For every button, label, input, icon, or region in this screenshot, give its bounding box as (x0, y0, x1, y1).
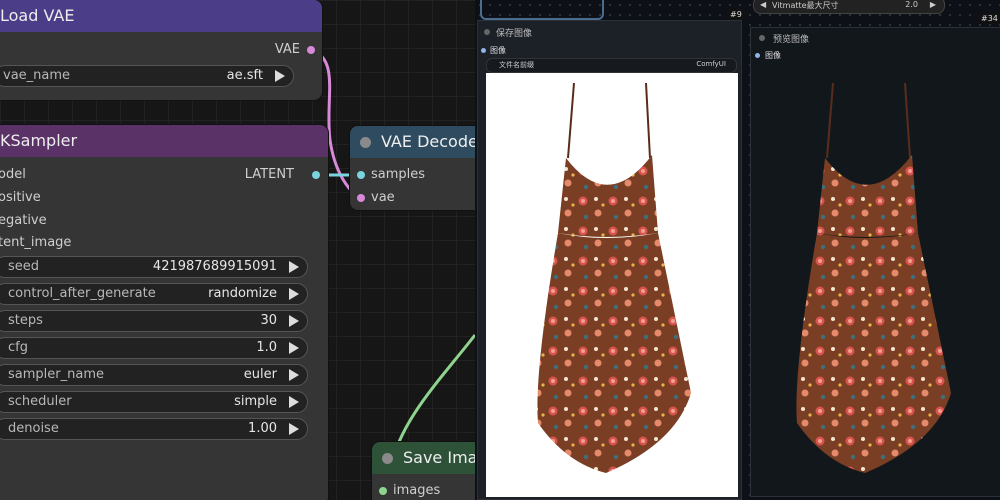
vae-output-dot[interactable] (307, 46, 315, 54)
latent-output-dot[interactable] (312, 171, 320, 179)
vae-input-dot[interactable] (357, 194, 365, 202)
denoise-value: 1.00 (248, 421, 277, 436)
vae-output-label: VAE (274, 42, 300, 57)
save-panel-title: 保存图像 (496, 29, 533, 39)
chevron-right-icon[interactable] (289, 423, 299, 435)
collapse-dot-icon[interactable] (484, 29, 490, 35)
vitmatte-widget[interactable]: ◀ Vitmatte最大尺寸 2.0 ▶ (753, 0, 945, 14)
images-input-dot[interactable] (379, 487, 387, 495)
save-image-node[interactable]: Save Imag images (372, 442, 475, 500)
ksampler-input-latent-image: tent_image (0, 235, 72, 250)
node-graph-canvas[interactable]: Load VAE VAE vae_name ae.sft KSampler od… (0, 0, 475, 500)
saved-image-preview[interactable] (486, 73, 738, 497)
node-badge-34: #34 (978, 13, 1000, 24)
chevron-right-icon[interactable] (289, 369, 299, 381)
upper-node-frame (480, 0, 604, 20)
preview-image-panel[interactable]: 预览图像 图像 (750, 27, 1000, 497)
control-after-generate-widget[interactable]: control_after_generate randomize (0, 283, 308, 305)
steps-widget[interactable]: steps 30 (0, 310, 308, 332)
chevron-left-icon[interactable]: ◀ (760, 0, 766, 9)
vae-decode-title[interactable]: VAE Decode (350, 126, 475, 158)
denoise-widget[interactable]: denoise 1.00 (0, 418, 308, 440)
collapse-dot-icon[interactable] (382, 453, 393, 464)
filename-prefix-label: 文件名前缀 (499, 61, 534, 69)
filename-prefix-value: ComfyUI (696, 60, 726, 68)
vitmatte-label: Vitmatte最大尺寸 (772, 1, 839, 10)
steps-label: steps (8, 313, 43, 328)
save-panel-image-label: 图像 (490, 46, 506, 55)
control-after-generate-value: randomize (208, 286, 277, 301)
filename-prefix-widget[interactable]: 文件名前缀 ComfyUI (486, 58, 737, 73)
samples-input-dot[interactable] (357, 171, 365, 179)
steps-value: 30 (260, 313, 277, 328)
save-image-panel[interactable]: 保存图像 图像 文件名前缀 ComfyUI (477, 20, 742, 500)
samples-input-label: samples (371, 167, 426, 182)
seed-value: 421987689915091 (152, 259, 277, 274)
vae-name-value: ae.sft (226, 68, 263, 83)
images-input-label: images (393, 483, 441, 498)
denoise-label: denoise (8, 421, 59, 436)
cfg-widget[interactable]: cfg 1.0 (0, 337, 308, 359)
scheduler-widget[interactable]: scheduler simple (0, 391, 308, 413)
chevron-right-icon[interactable] (289, 288, 299, 300)
control-after-generate-label: control_after_generate (8, 286, 156, 301)
save-image-title[interactable]: Save Imag (372, 442, 475, 474)
ksampler-input-negative: egative (0, 213, 47, 228)
ksampler-input-positive: ositive (0, 190, 41, 205)
vitmatte-value: 2.0 (905, 0, 918, 9)
cfg-label: cfg (8, 340, 28, 355)
collapse-dot-icon[interactable] (759, 35, 765, 41)
vae-decode-node[interactable]: VAE Decode samples vae (350, 126, 475, 210)
sampler-name-label: sampler_name (8, 367, 104, 382)
scheduler-value: simple (234, 394, 277, 409)
node-badge-9: #9 (727, 9, 745, 20)
ksampler-title[interactable]: KSampler (0, 125, 328, 157)
chevron-right-icon[interactable] (289, 342, 299, 354)
sampler-name-value: euler (243, 367, 277, 382)
chevron-right-icon[interactable] (275, 70, 285, 82)
preview-panel-image-label: 图像 (765, 51, 781, 60)
image-input-dot[interactable] (755, 53, 760, 58)
chevron-right-icon[interactable] (289, 396, 299, 408)
dress-image (537, 82, 691, 473)
seed-widget[interactable]: seed 421987689915091 (0, 256, 308, 278)
scheduler-label: scheduler (8, 394, 72, 409)
ksampler-input-model: odel (0, 167, 26, 182)
cfg-value: 1.0 (256, 340, 277, 355)
seed-label: seed (8, 259, 40, 274)
preview-image[interactable] (753, 73, 998, 493)
load-vae-title[interactable]: Load VAE (0, 0, 322, 32)
load-vae-node[interactable]: Load VAE VAE vae_name ae.sft (0, 0, 322, 100)
save-image-title-text: Save Imag (403, 448, 475, 467)
chevron-right-icon[interactable] (289, 261, 299, 273)
vae-decode-title-text: VAE Decode (381, 132, 475, 151)
vae-input-label: vae (371, 190, 395, 205)
dress-image (796, 82, 951, 473)
vae-name-label: vae_name (3, 68, 71, 83)
latent-output-label: LATENT (244, 167, 294, 182)
collapse-dot-icon[interactable] (360, 137, 371, 148)
zoomed-canvas[interactable]: #9 ◀ Vitmatte最大尺寸 2.0 ▶ #34 保存图像 图像 文件名前… (475, 0, 1000, 500)
chevron-right-icon[interactable] (289, 315, 299, 327)
chevron-right-icon[interactable]: ▶ (930, 0, 936, 9)
vae-name-widget[interactable]: vae_name ae.sft (0, 65, 294, 87)
image-input-dot[interactable] (481, 48, 486, 53)
preview-panel-title: 预览图像 (773, 35, 810, 45)
sampler-name-widget[interactable]: sampler_name euler (0, 364, 308, 386)
ksampler-node[interactable]: KSampler odel ositive egative tent_image… (0, 125, 328, 500)
